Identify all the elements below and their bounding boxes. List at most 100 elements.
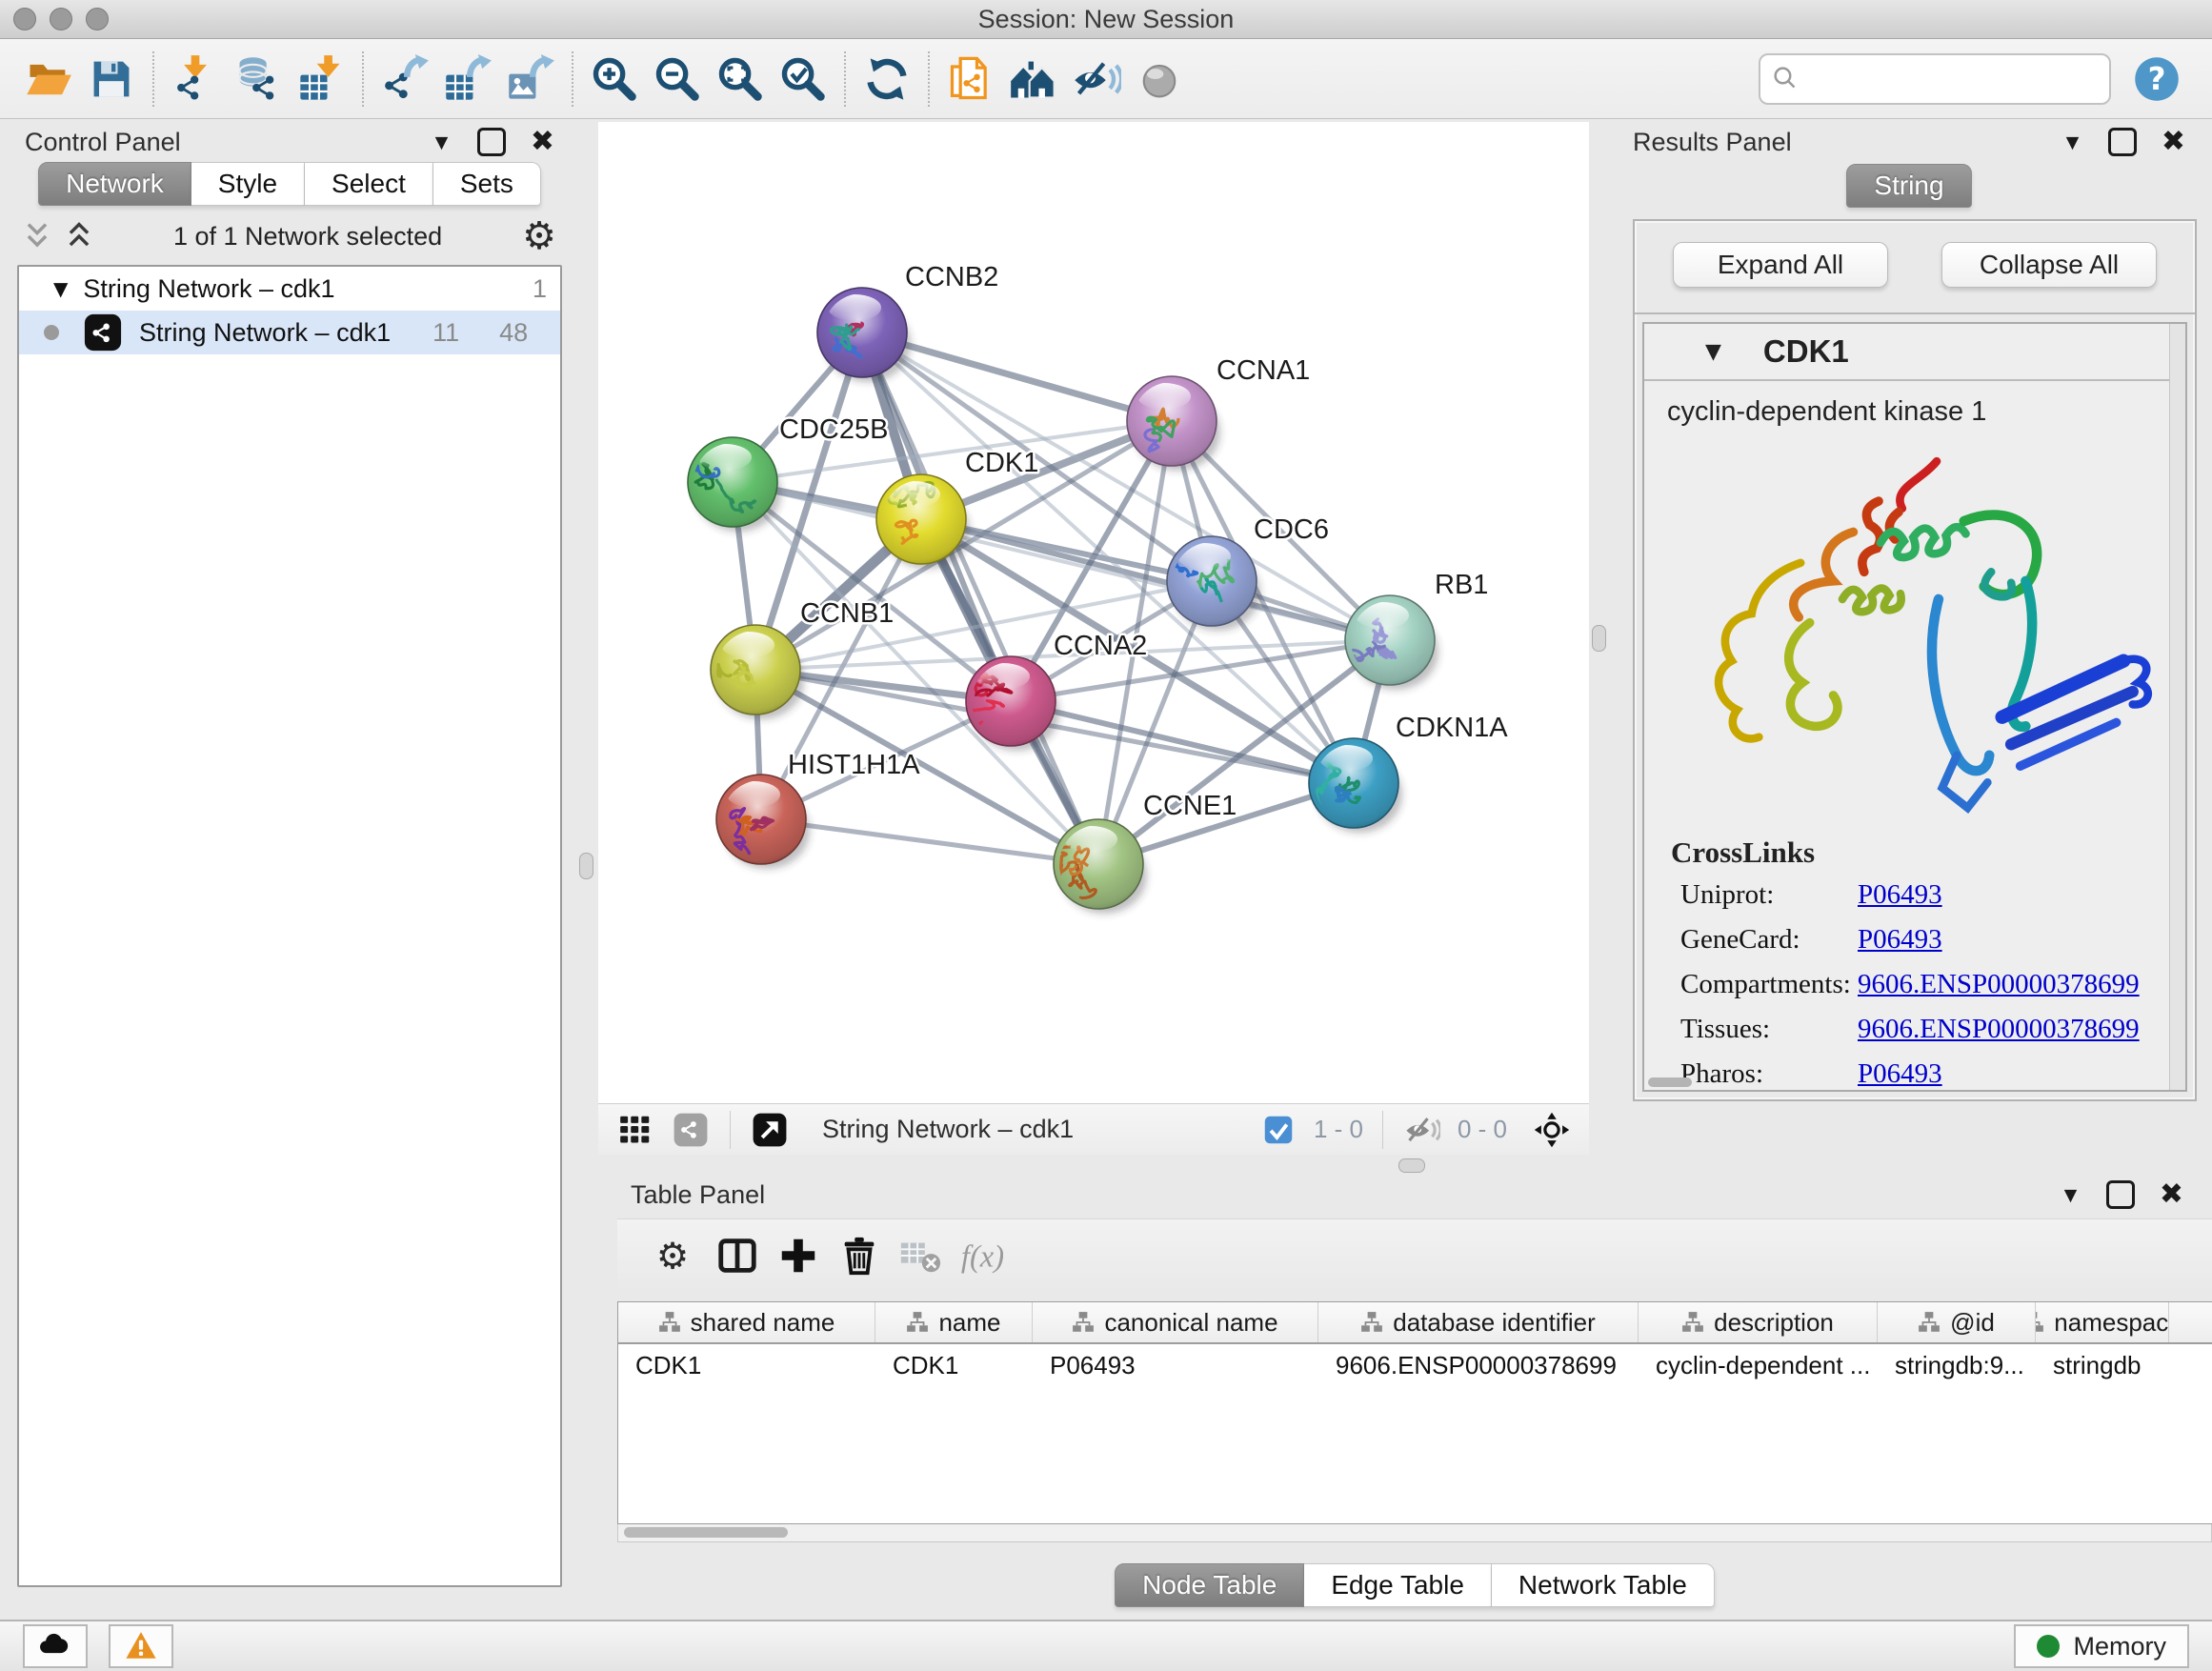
cloud-button[interactable]	[23, 1624, 88, 1668]
import-network-file-button[interactable]	[164, 49, 227, 110]
table-delete-button[interactable]	[829, 1225, 890, 1286]
node-CDK1[interactable]	[876, 474, 970, 569]
export-table-button[interactable]	[436, 49, 499, 110]
table-columns-button[interactable]	[707, 1225, 768, 1286]
zoom-in-button[interactable]	[583, 49, 646, 110]
share-document-button[interactable]	[939, 49, 1002, 110]
results-horizontal-scrollbar[interactable]	[1648, 1077, 1692, 1087]
search-input[interactable]	[1802, 63, 2125, 94]
expand-all-button[interactable]: Expand All	[1673, 242, 1888, 288]
edge-HIST1H1A-CCNE1[interactable]	[761, 819, 1098, 864]
column-header-canonical-name[interactable]: canonical name	[1033, 1302, 1318, 1342]
zoom-fit-button[interactable]	[709, 49, 772, 110]
tab-network[interactable]: Network	[38, 162, 191, 206]
crosslink-link[interactable]: P06493	[1858, 924, 1942, 956]
right-splitter-handle[interactable]	[1592, 625, 1606, 652]
import-table-icon	[296, 54, 346, 104]
selected-checkbox-icon[interactable]	[1257, 1110, 1300, 1150]
tab-style[interactable]: Style	[191, 162, 305, 206]
tab-edge-table[interactable]: Edge Table	[1304, 1563, 1492, 1607]
crosslink-link[interactable]: P06493	[1858, 1058, 1942, 1090]
network-options-gear-icon[interactable]: ⚙	[522, 217, 556, 255]
node-RB1[interactable]	[1345, 595, 1438, 690]
results-vertical-scrollbar[interactable]	[2169, 324, 2185, 1090]
network-view-canvas[interactable]: CCNB2CCNA1CDC25BCDK1CDC6RB1CCNB1CCNA2CDK…	[598, 122, 1589, 1103]
column-header-@id[interactable]: @id	[1878, 1302, 2036, 1342]
left-splitter-handle[interactable]	[579, 853, 593, 879]
tab-network-table[interactable]: Network Table	[1492, 1563, 1715, 1607]
table-cell[interactable]: cyclin-dependent ...	[1639, 1344, 1878, 1386]
table-panel-close-button[interactable]: ✖	[2160, 1180, 2183, 1209]
open-external-icon[interactable]	[748, 1110, 792, 1150]
edge-CCNB2-CCNE1[interactable]	[862, 332, 1098, 864]
table-horizontal-scrollbar[interactable]	[617, 1524, 2212, 1542]
node-CDC6[interactable]	[1160, 536, 1260, 631]
control-panel-float-button[interactable]: ▼	[431, 131, 452, 153]
crosslink-link[interactable]: P06493	[1858, 879, 1942, 911]
table-panel-maximize-button[interactable]	[2106, 1180, 2135, 1209]
table-cell[interactable]: CDK1	[875, 1344, 1033, 1386]
results-panel-close-button[interactable]: ✖	[2162, 128, 2185, 156]
zoom-selected-button[interactable]	[772, 49, 835, 110]
network-row[interactable]: String Network – cdk1 11 48	[19, 311, 560, 354]
crosslink-link[interactable]: 9606.ENSP00000378699	[1858, 1014, 2140, 1045]
table-scrollbar-thumb[interactable]	[624, 1527, 788, 1538]
memory-button[interactable]: Memory	[2014, 1624, 2189, 1668]
table-cell[interactable]: stringdb	[2036, 1344, 2169, 1386]
import-table-button[interactable]	[290, 49, 352, 110]
collapse-all-button[interactable]: Collapse All	[1941, 242, 2157, 288]
open-session-button[interactable]	[17, 49, 80, 110]
birds-eye-view-icon[interactable]	[613, 1110, 657, 1150]
table-settings-button[interactable]: ⚙	[646, 1225, 707, 1286]
node-CDKN1A[interactable]	[1309, 738, 1402, 833]
node-card-collapse-icon[interactable]: ▼	[1705, 340, 1721, 364]
tab-sets[interactable]: Sets	[433, 162, 541, 206]
hidden-eye-slash-icon[interactable]	[1400, 1110, 1444, 1150]
column-header-namespace[interactable]: namespace	[2036, 1302, 2169, 1342]
save-session-icon	[87, 54, 136, 104]
collapse-all-networks-icon[interactable]	[23, 220, 51, 252]
warning-button[interactable]	[109, 1624, 173, 1668]
table-panel-float-button[interactable]: ▼	[2060, 1184, 2081, 1206]
table-cell[interactable]: P06493	[1033, 1344, 1318, 1386]
table-cell[interactable]: CDK1	[618, 1344, 875, 1386]
tab-select[interactable]: Select	[305, 162, 433, 206]
export-network-button[interactable]	[373, 49, 436, 110]
table-row[interactable]: CDK1CDK1P064939606.ENSP00000378699cyclin…	[618, 1344, 2212, 1386]
tab-string[interactable]: String	[1846, 164, 1971, 208]
expand-all-networks-icon[interactable]	[65, 220, 93, 252]
tab-node-table[interactable]: Node Table	[1115, 1563, 1304, 1607]
table-add-button[interactable]	[768, 1225, 829, 1286]
import-network-database-button[interactable]	[227, 49, 290, 110]
save-session-button[interactable]	[80, 49, 143, 110]
node-CCNA1[interactable]	[1127, 376, 1220, 484]
table-cell[interactable]: stringdb:9...	[1878, 1344, 2036, 1386]
column-header-name[interactable]: name	[875, 1302, 1033, 1342]
home-button[interactable]	[1002, 49, 1065, 110]
node-HIST1H1A[interactable]	[716, 775, 810, 869]
crosslink-link[interactable]: 9606.ENSP00000378699	[1858, 969, 2140, 1000]
crosslink-label: Compartments:	[1671, 969, 1858, 1000]
network-share-icon[interactable]	[669, 1110, 713, 1150]
hide-selected-button[interactable]	[1065, 49, 1128, 110]
column-header-description[interactable]: description	[1639, 1302, 1878, 1342]
fit-selected-target-icon[interactable]	[1530, 1110, 1574, 1150]
collection-expand-icon[interactable]: ▼	[53, 277, 68, 300]
zoom-out-button[interactable]	[646, 49, 709, 110]
control-panel-close-button[interactable]: ✖	[531, 128, 554, 156]
help-button[interactable]: ?	[2132, 54, 2182, 104]
network-collection-row[interactable]: ▼ String Network – cdk1 1	[19, 267, 560, 311]
results-panel-float-button[interactable]: ▼	[2061, 131, 2083, 153]
bottom-splitter-handle[interactable]	[1398, 1158, 1425, 1173]
control-panel-maximize-button[interactable]	[477, 128, 506, 156]
column-header-database-identifier[interactable]: database identifier	[1318, 1302, 1639, 1342]
table-cell[interactable]: 9606.ENSP00000378699	[1318, 1344, 1639, 1386]
node-CCNE1[interactable]	[1054, 819, 1147, 914]
results-panel-maximize-button[interactable]	[2108, 128, 2137, 156]
column-header-shared-name[interactable]: shared name	[618, 1302, 875, 1342]
node-CDC25B[interactable]	[688, 437, 781, 532]
refresh-button[interactable]	[855, 49, 918, 110]
node-CCNB1[interactable]	[704, 625, 804, 719]
show-graphics-button[interactable]	[1128, 49, 1191, 110]
export-image-button[interactable]	[499, 49, 562, 110]
